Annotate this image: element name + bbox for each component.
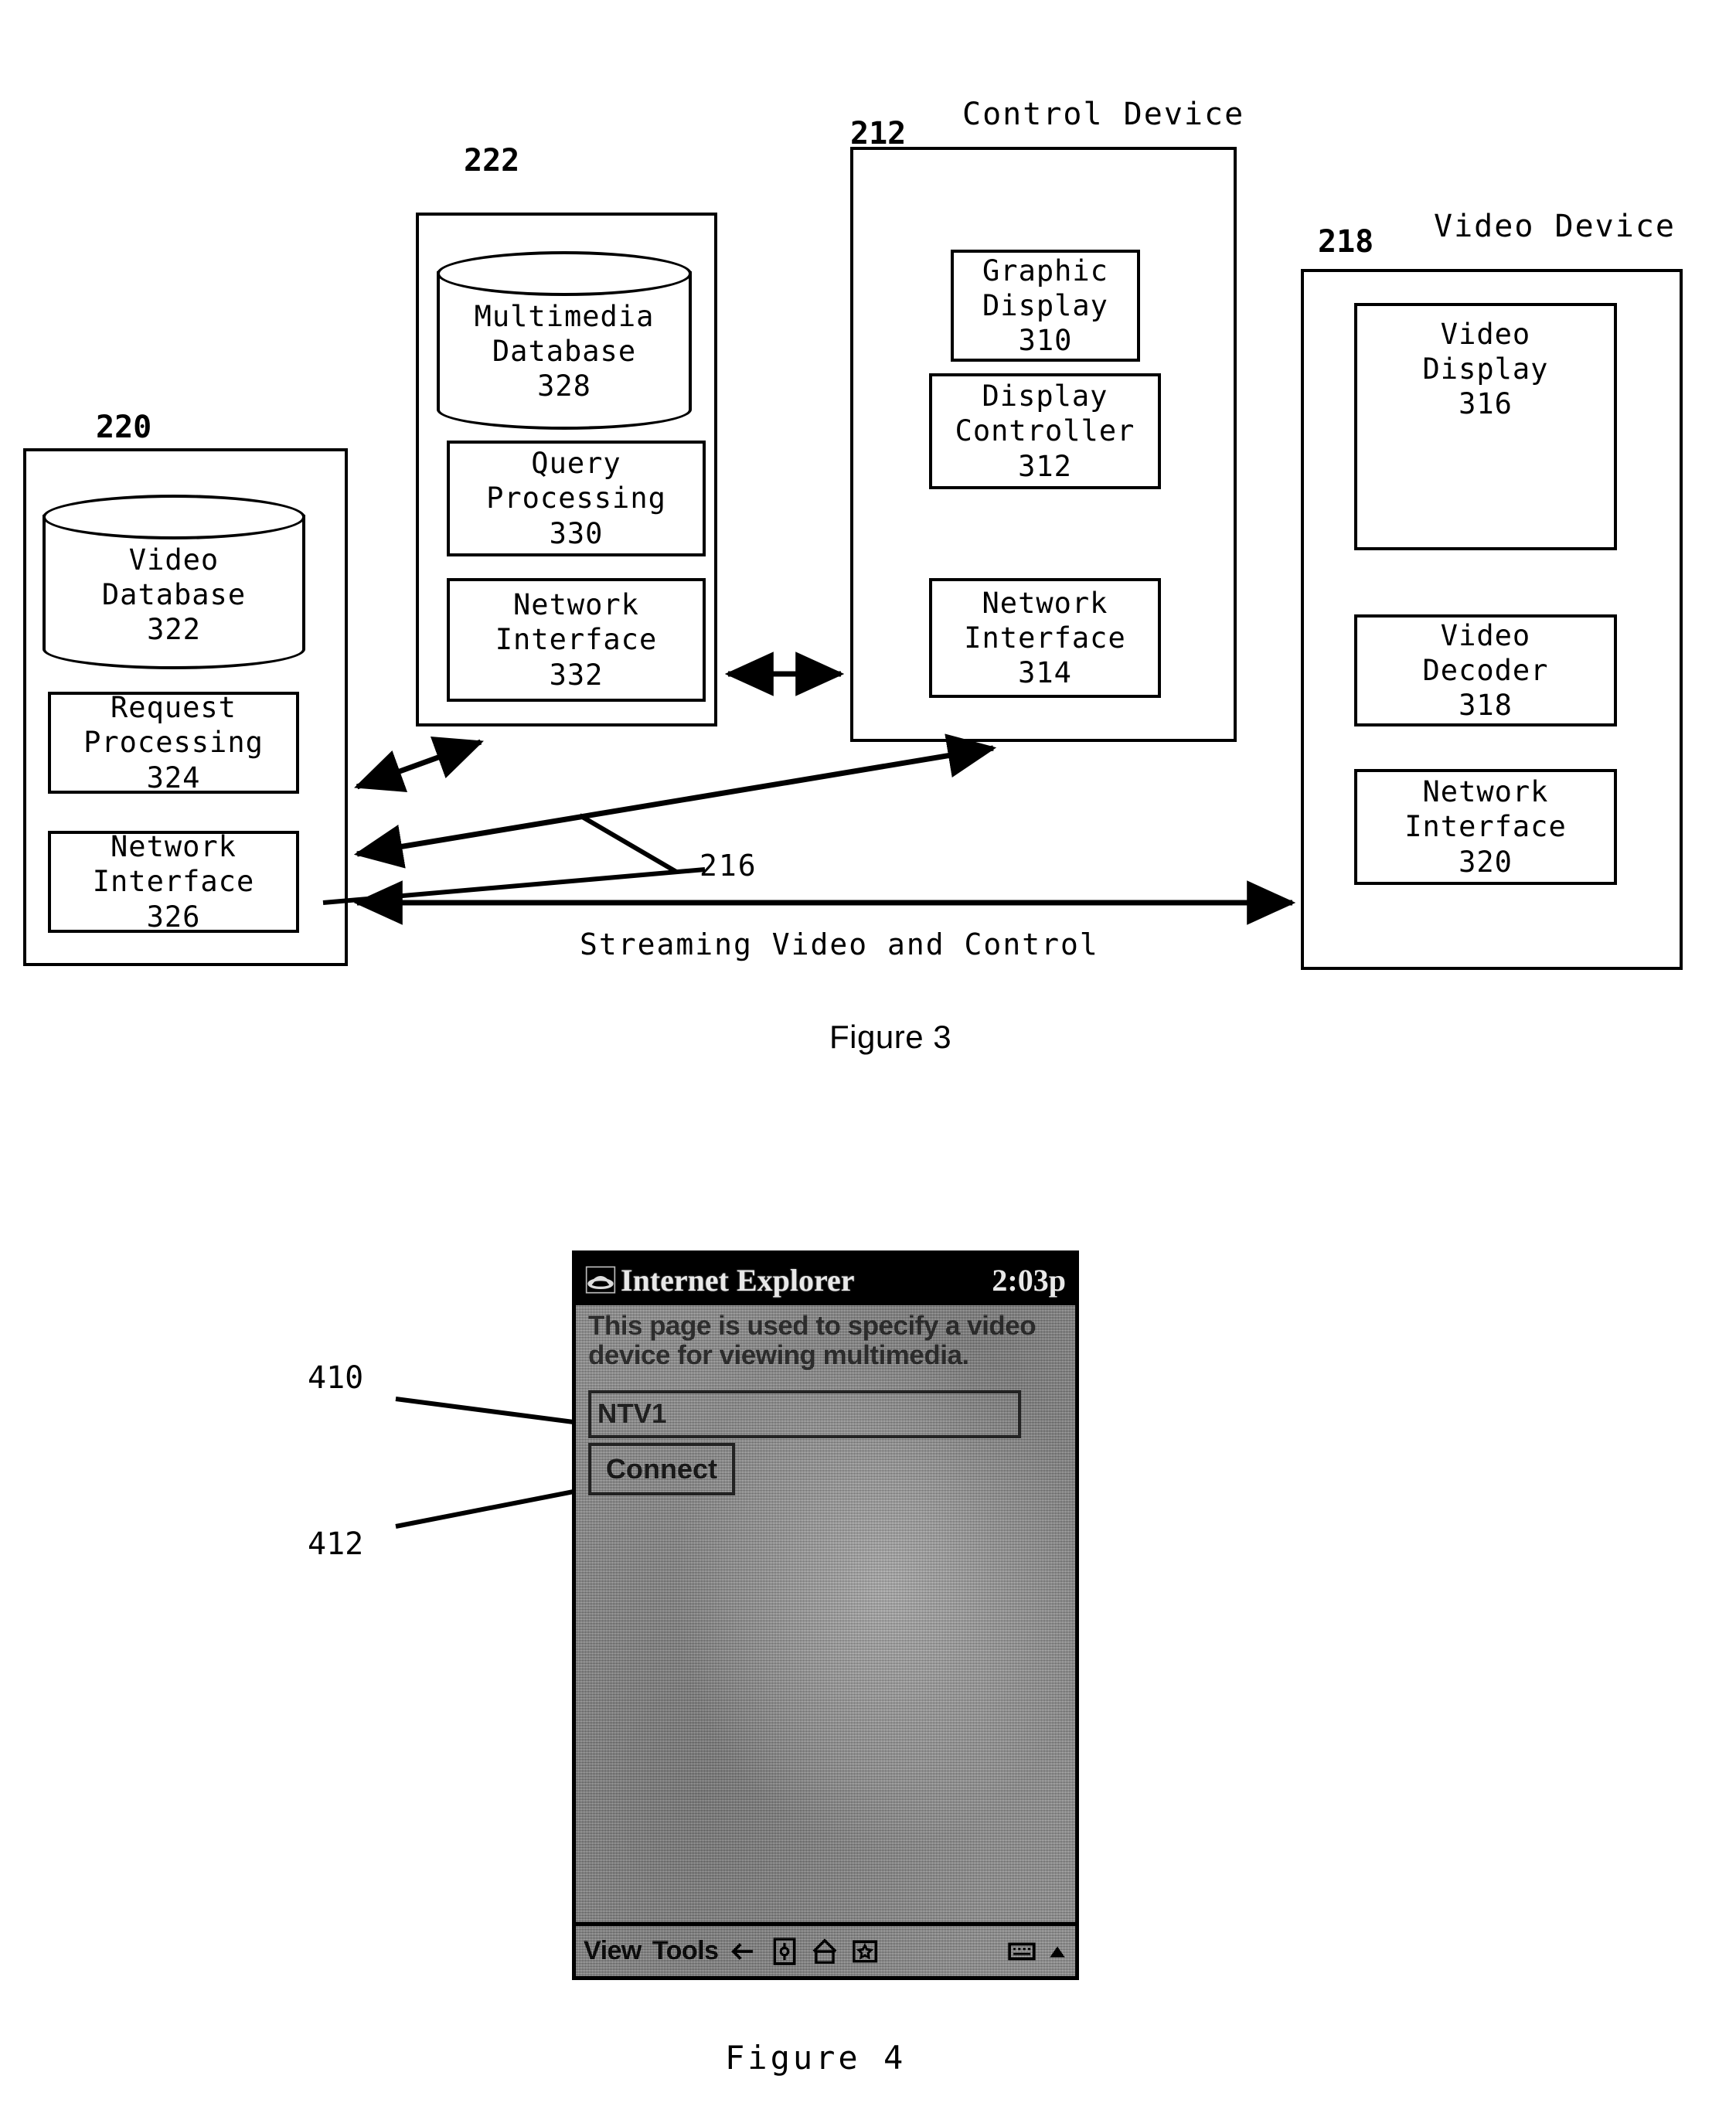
video-display-line1: Video <box>1440 318 1531 351</box>
leader-line-streaming <box>322 867 706 905</box>
leader-line-412 <box>395 1489 574 1529</box>
display-controller-num: 312 <box>1018 449 1072 483</box>
pda-device-screenshot: Internet Explorer 2:03p This page is use… <box>572 1250 1079 1980</box>
ie-titlebar: Internet Explorer 2:03p <box>576 1254 1075 1305</box>
query-processing-line1: Query <box>531 447 621 481</box>
multimedia-database-line1: Multimedia <box>474 300 655 333</box>
callout-410: 410 <box>308 1360 364 1396</box>
video-display-box: Video Display 316 <box>1354 303 1617 550</box>
network-interface-314-num: 314 <box>1018 656 1072 690</box>
internet-explorer-icon <box>585 1266 616 1294</box>
video-display-num: 316 <box>1459 387 1513 421</box>
network-interface-332-num: 332 <box>549 658 604 692</box>
connect-button-label: Connect <box>606 1453 717 1485</box>
query-processing-box: Query Processing 330 <box>447 441 706 556</box>
ie-app-name: Internet Explorer <box>621 1262 855 1298</box>
callout-412: 412 <box>308 1526 364 1562</box>
multimedia-database-num: 328 <box>537 369 591 403</box>
ie-clock: 2:03p <box>992 1262 1066 1298</box>
query-processing-num: 330 <box>549 516 604 550</box>
multimedia-database-cylinder: Multimedia Database 328 <box>437 251 692 430</box>
network-interface-332-line1: Network <box>513 588 639 622</box>
keyboard-icon[interactable] <box>1007 1937 1036 1966</box>
network-interface-332-box: Network Interface 332 <box>447 578 706 702</box>
connect-button[interactable]: Connect <box>588 1443 735 1495</box>
favorites-icon[interactable] <box>850 1937 880 1966</box>
device-title-control: Control Device <box>962 97 1245 132</box>
network-interface-326-line2: Interface <box>92 865 255 899</box>
figure-3-caption: Figure 3 <box>829 1019 952 1055</box>
arrow-220-to-212 <box>353 733 997 869</box>
chevron-up-icon[interactable] <box>1047 1941 1067 1962</box>
leader-line-216 <box>578 813 678 874</box>
home-icon[interactable] <box>810 1937 839 1966</box>
pda-toolbar: View Tools <box>576 1922 1075 1976</box>
display-controller-line2: Controller <box>955 414 1135 448</box>
network-interface-314-box: Network Interface 314 <box>929 578 1161 698</box>
graphic-display-box: Graphic Display 310 <box>951 250 1140 362</box>
back-arrow-icon[interactable] <box>730 1937 759 1966</box>
network-interface-326-num: 326 <box>146 900 201 934</box>
graphic-display-num: 310 <box>1018 324 1073 358</box>
request-processing-box: Request Processing 324 <box>48 691 299 795</box>
network-interface-320-line1: Network <box>1422 775 1549 809</box>
video-decoder-line1: Video <box>1440 618 1531 652</box>
network-interface-320-line2: Interface <box>1404 810 1567 844</box>
network-interface-326-box: Network Interface 326 <box>48 830 299 934</box>
multimedia-database-line2: Database <box>492 335 637 369</box>
video-decoder-box: Video Decoder 318 <box>1354 614 1617 726</box>
graphic-display-line1: Graphic <box>982 253 1108 288</box>
arrow-220-to-222 <box>354 737 484 792</box>
request-processing-num: 324 <box>146 760 201 795</box>
video-decoder-line2: Decoder <box>1422 653 1549 687</box>
ref-label-220: 220 <box>96 410 152 445</box>
figure-4-caption: Figure 4 <box>725 2039 907 2077</box>
toolbar-view-menu[interactable]: View <box>584 1936 642 1966</box>
device-title-video: Video Device <box>1434 209 1676 244</box>
network-interface-332-line2: Interface <box>495 623 658 657</box>
network-interface-320-num: 320 <box>1459 845 1513 879</box>
video-database-line2: Database <box>101 578 247 612</box>
refresh-icon[interactable] <box>770 1937 799 1966</box>
page-instruction-text: This page is used to specify a video dev… <box>588 1311 1036 1370</box>
ref-label-218: 218 <box>1318 224 1374 260</box>
network-interface-326-line1: Network <box>111 830 237 864</box>
graphic-display-line2: Display <box>982 288 1108 322</box>
video-device-input[interactable]: NTV1 <box>588 1390 1021 1438</box>
leader-line-410 <box>395 1397 574 1424</box>
link-label-streaming: Streaming Video and Control <box>580 927 1099 961</box>
network-interface-314-line2: Interface <box>964 621 1126 655</box>
toolbar-tools-menu[interactable]: Tools <box>652 1936 719 1966</box>
video-device-input-value: NTV1 <box>597 1399 667 1429</box>
display-controller-box: Display Controller 312 <box>929 373 1161 489</box>
video-decoder-num: 318 <box>1459 689 1513 723</box>
video-display-line2: Display <box>1422 352 1549 386</box>
request-processing-line1: Request <box>111 691 237 725</box>
network-interface-320-box: Network Interface 320 <box>1354 769 1617 885</box>
link-ref-216: 216 <box>700 849 757 883</box>
request-processing-line2: Processing <box>83 726 264 760</box>
ref-label-222: 222 <box>464 143 520 179</box>
display-controller-line1: Display <box>982 379 1108 413</box>
video-database-line1: Video <box>128 543 220 577</box>
query-processing-line2: Processing <box>486 481 666 515</box>
network-interface-314-line1: Network <box>982 586 1108 620</box>
video-database-num: 322 <box>147 613 201 647</box>
video-database-cylinder: Video Database 322 <box>43 495 305 669</box>
